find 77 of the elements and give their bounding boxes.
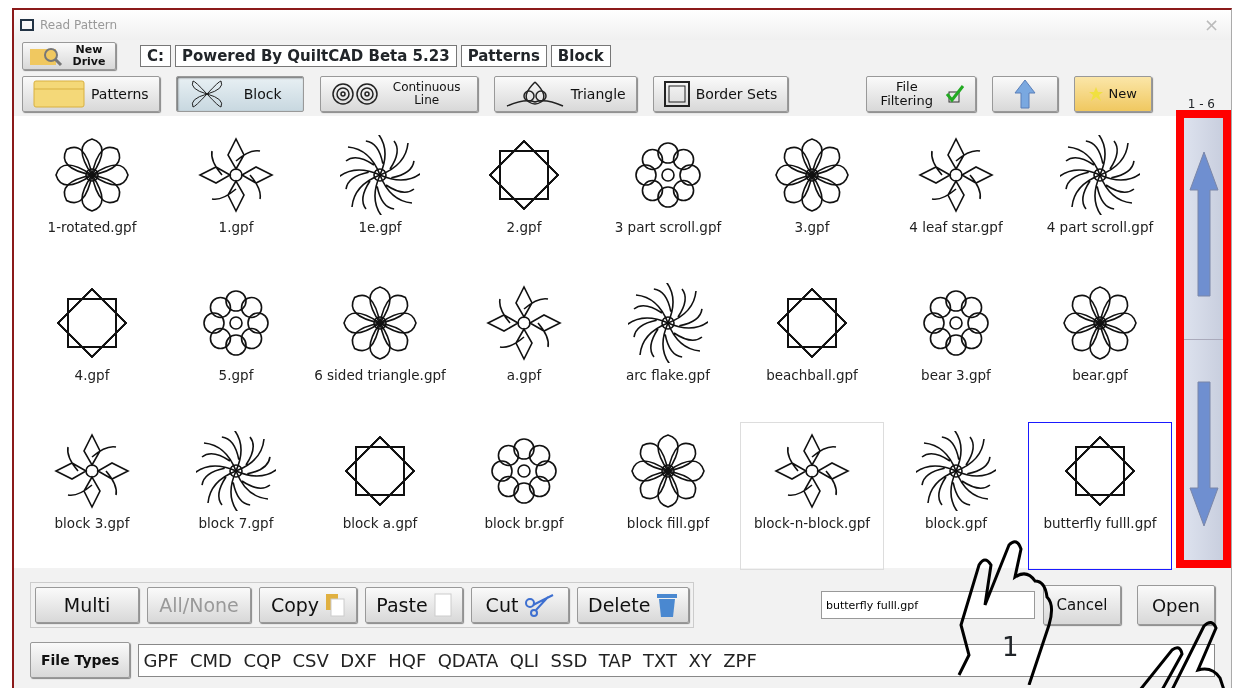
quilt-pattern-icon	[484, 283, 564, 363]
file-item[interactable]: 5.gpf	[164, 274, 308, 422]
quilt-pattern-icon	[772, 431, 852, 511]
quilt-pattern-icon	[340, 135, 420, 215]
quilt-pattern-icon	[196, 135, 276, 215]
quilt-pattern-icon	[52, 431, 132, 511]
quilt-pattern-icon	[916, 431, 996, 511]
paste-button[interactable]: Paste	[365, 587, 463, 623]
folder-icon	[33, 79, 85, 109]
path-segment[interactable]: C:	[140, 45, 171, 67]
category-tab[interactable]: Block	[175, 76, 304, 112]
quilt-pattern-icon	[340, 283, 420, 363]
cancel-button[interactable]: Cancel	[1043, 585, 1121, 625]
category-tab[interactable]: Patterns	[22, 76, 160, 112]
file-item[interactable]: 3 part scroll.gpf	[596, 126, 740, 274]
quilt-pattern-icon	[1060, 283, 1140, 363]
file-item[interactable]: 1-rotated.gpf	[20, 126, 164, 274]
path-segment[interactable]: Patterns	[460, 45, 547, 67]
file-filtering-button[interactable]: File Filtering	[865, 76, 976, 112]
file-item[interactable]: 4 leaf star.gpf	[884, 126, 1028, 274]
file-item[interactable]: 4.gpf	[20, 274, 164, 422]
category-tab[interactable]: Border Sets	[652, 76, 789, 112]
magnifier-folder-icon	[29, 45, 63, 67]
file-item[interactable]: arc flake.gpf	[596, 274, 740, 422]
new-button[interactable]: New	[1073, 76, 1152, 112]
file-item[interactable]: bear.gpf	[1028, 274, 1172, 422]
file-item[interactable]: block a.gpf	[308, 422, 452, 570]
delete-button[interactable]: Delete	[577, 587, 690, 623]
path-segment[interactable]: Powered By QuiltCAD Beta 5.23	[175, 45, 457, 67]
file-item[interactable]: block-n-block.gpf	[740, 422, 884, 570]
quilt-pattern-icon	[52, 135, 132, 215]
path-segment[interactable]: Block	[550, 45, 611, 67]
new-drive-button[interactable]: New Drive	[22, 42, 116, 70]
up-folder-button[interactable]	[991, 76, 1058, 112]
file-item[interactable]: bear 3.gpf	[884, 274, 1028, 422]
up-arrow-icon	[1013, 79, 1036, 109]
quilt-pattern-icon	[772, 135, 852, 215]
file-item[interactable]: 1e.gpf	[308, 126, 452, 274]
file-item[interactable]: block br.gpf	[452, 422, 596, 570]
trash-icon	[656, 592, 679, 618]
filename-field[interactable]: butterfly fulll.gpf	[821, 591, 1035, 619]
spiral-icon	[330, 82, 381, 106]
copy-button[interactable]: Copy	[259, 587, 357, 623]
file-item[interactable]: butterfly fulll.gpf	[1028, 422, 1172, 570]
file-item[interactable]: block.gpf	[884, 422, 1028, 570]
multi-button[interactable]: Multi	[35, 587, 139, 623]
category-tab[interactable]: Continuous Line	[319, 76, 478, 112]
quilt-pattern-icon	[196, 431, 276, 511]
quilt-pattern-icon	[916, 135, 996, 215]
file-item[interactable]: 3.gpf	[740, 126, 884, 274]
quilt-pattern-icon	[628, 283, 708, 363]
file-types-button[interactable]: File Types	[30, 642, 131, 678]
open-button[interactable]: Open	[1137, 585, 1215, 625]
cut-button[interactable]: Cut	[471, 587, 569, 623]
page-icon	[433, 593, 452, 617]
file-item[interactable]: beachball.gpf	[740, 274, 884, 422]
triangle-motif-icon	[504, 80, 565, 108]
file-item[interactable]: 1.gpf	[164, 126, 308, 274]
square-frame-icon	[663, 81, 690, 107]
page-range: 1 - 6	[1187, 96, 1215, 113]
clipboard-icon	[325, 593, 346, 617]
scroll-up-button[interactable]	[1184, 118, 1223, 340]
category-tab[interactable]: Triangle	[493, 76, 637, 112]
quilt-pattern-icon	[628, 431, 708, 511]
window-title: Read Pattern	[40, 17, 118, 34]
scissors-icon	[524, 593, 555, 617]
quilt-pattern-icon	[1060, 135, 1140, 215]
window-icon	[20, 19, 34, 31]
file-item[interactable]: block 7.gpf	[164, 422, 308, 570]
file-item[interactable]: block 3.gpf	[20, 422, 164, 570]
file-item[interactable]: 4 part scroll.gpf	[1028, 126, 1172, 274]
file-item[interactable]: block fill.gpf	[596, 422, 740, 570]
scroll-down-button[interactable]	[1184, 339, 1223, 560]
file-item[interactable]: 6 sided triangle.gpf	[308, 274, 452, 422]
file-item[interactable]: a.gpf	[452, 274, 596, 422]
file-item[interactable]: 2.gpf	[452, 126, 596, 274]
star-icon	[1088, 87, 1103, 101]
